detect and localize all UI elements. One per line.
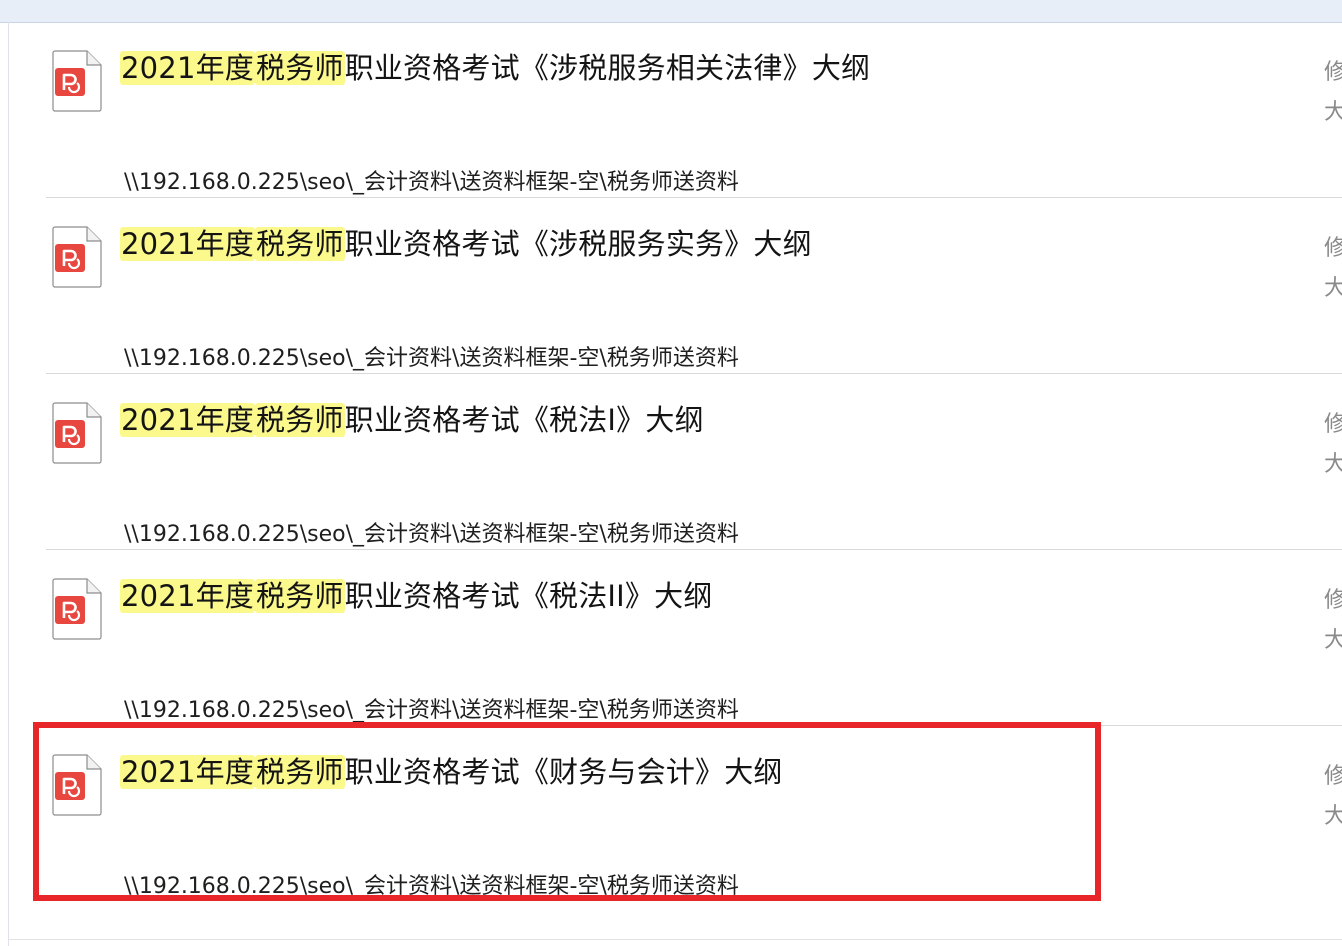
search-result-item[interactable]: 2021年度税务师职业资格考试《涉税服务实务》大纲 \\192.168.0.22… [46,198,1342,374]
result-path: \\192.168.0.225\seo\_会计资料\送资料框架-空\税务师送资料 [124,170,739,195]
window-top-bar [0,0,1342,23]
pdf-file-icon [52,578,102,640]
search-result-item[interactable]: 2021年度税务师职业资格考试《税法I》大纲 \\192.168.0.225\s… [46,374,1342,550]
search-result-item[interactable]: 2021年度税务师职业资格考试《涉税服务相关法律》大纲 \\192.168.0.… [46,22,1342,198]
size-label: 大 [1324,628,1342,653]
pdf-file-icon [52,226,102,288]
size-label: 大 [1324,452,1342,477]
annotation-highlight-box [33,722,1101,901]
size-label: 大 [1324,804,1342,829]
pdf-file-icon [52,402,102,464]
result-title[interactable]: 2021年度税务师职业资格考试《涉税服务实务》大纲 [120,222,812,266]
size-label: 大 [1324,100,1342,125]
list-bottom-border [8,939,1342,940]
modified-label: 修 [1324,764,1342,789]
result-path: \\192.168.0.225\seo\_会计资料\送资料框架-空\税务师送资料 [124,522,739,547]
result-path: \\192.168.0.225\seo\_会计资料\送资料框架-空\税务师送资料 [124,346,739,371]
modified-label: 修 [1324,60,1342,85]
result-title[interactable]: 2021年度税务师职业资格考试《税法II》大纲 [120,574,713,618]
modified-label: 修 [1324,412,1342,437]
search-result-item[interactable]: 2021年度税务师职业资格考试《税法II》大纲 \\192.168.0.225\… [46,550,1342,726]
modified-label: 修 [1324,236,1342,261]
size-label: 大 [1324,276,1342,301]
result-title[interactable]: 2021年度税务师职业资格考试《涉税服务相关法律》大纲 [120,46,870,90]
modified-label: 修 [1324,588,1342,613]
pdf-file-icon [52,50,102,112]
result-title[interactable]: 2021年度税务师职业资格考试《税法I》大纲 [120,398,704,442]
